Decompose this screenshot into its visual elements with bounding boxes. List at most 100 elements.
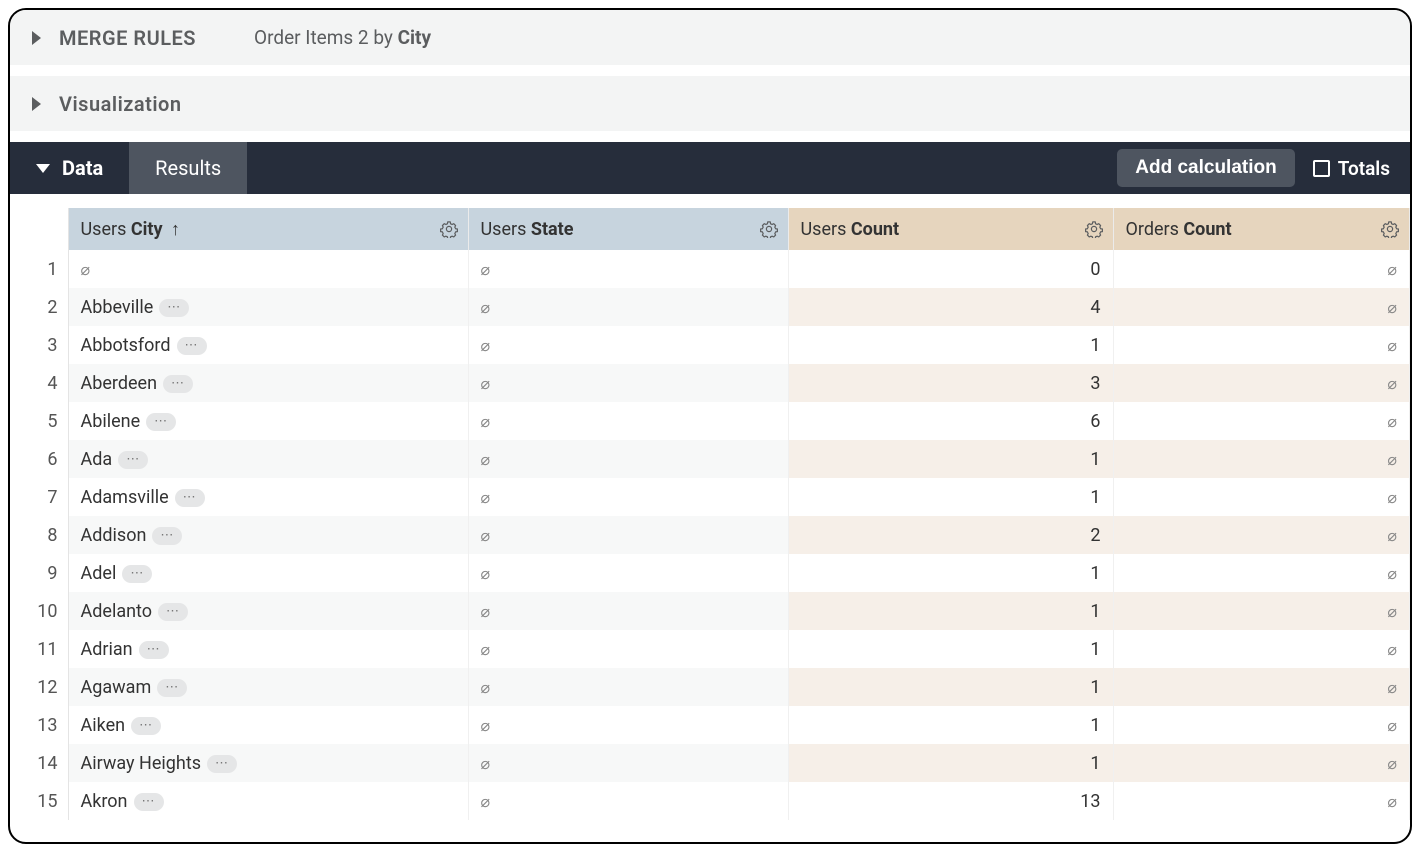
cell-users-city[interactable]: Abilene ⋯ [68,402,468,440]
cell-users-count[interactable]: 1 [788,554,1113,592]
cell-orders-count[interactable]: ⌀ [1113,554,1410,592]
null-icon: ⌀ [481,412,491,431]
more-pill[interactable]: ⋯ [177,337,207,355]
city-value: Abilene [81,411,141,432]
table-row: 12Agawam⋯⌀1⌀ [10,668,1410,706]
cell-users-city[interactable]: Addison⋯ [68,516,468,554]
cell-users-city[interactable]: ⌀ [68,250,468,288]
cell-orders-count[interactable]: ⌀ [1113,250,1410,288]
column-header-users_city[interactable]: Users City ↑ [68,208,468,250]
cell-users-city[interactable]: Akron⋯ [68,782,468,820]
more-pill[interactable]: ⋯ [134,793,164,811]
cell-users-city[interactable]: Abbeville⋯ [68,288,468,326]
cell-users-city[interactable]: Adrian⋯ [68,630,468,668]
gear-icon[interactable] [1085,220,1103,238]
gear-icon[interactable] [440,220,458,238]
cell-users-count[interactable]: 0 [788,250,1113,288]
cell-orders-count[interactable]: ⌀ [1113,516,1410,554]
cell-users-count[interactable]: 1 [788,478,1113,516]
cell-orders-count[interactable]: ⌀ [1113,364,1410,402]
cell-orders-count[interactable]: ⌀ [1113,288,1410,326]
more-pill[interactable]: ⋯ [146,413,176,431]
cell-users-city[interactable]: Adamsville⋯ [68,478,468,516]
more-pill[interactable]: ⋯ [131,717,161,735]
column-header-users_state[interactable]: Users State [468,208,788,250]
cell-users-state[interactable]: ⌀ [468,592,788,630]
null-icon: ⌀ [481,640,491,659]
visualization-section[interactable]: Visualization [10,76,1410,132]
row-number: 15 [10,782,68,820]
cell-users-state[interactable]: ⌀ [468,630,788,668]
cell-users-city[interactable]: Adel⋯ [68,554,468,592]
cell-orders-count[interactable]: ⌀ [1113,744,1410,782]
cell-users-state[interactable]: ⌀ [468,516,788,554]
merge-rules-section[interactable]: MERGE RULES Order Items 2 by City [10,10,1410,66]
cell-users-state[interactable]: ⌀ [468,250,788,288]
chevron-right-icon [32,97,41,111]
cell-users-count[interactable]: 1 [788,326,1113,364]
cell-users-count[interactable]: 2 [788,516,1113,554]
more-pill[interactable]: ⋯ [159,299,189,317]
cell-users-city[interactable]: Aberdeen⋯ [68,364,468,402]
column-header-users_count[interactable]: Users Count [788,208,1113,250]
cell-users-state[interactable]: ⌀ [468,478,788,516]
null-icon: ⌀ [1387,526,1397,545]
cell-orders-count[interactable]: ⌀ [1113,782,1410,820]
more-pill[interactable]: ⋯ [152,527,182,545]
cell-orders-count[interactable]: ⌀ [1113,630,1410,668]
cell-users-state[interactable]: ⌀ [468,744,788,782]
totals-checkbox[interactable] [1313,160,1330,177]
cell-orders-count[interactable]: ⌀ [1113,326,1410,364]
cell-users-count[interactable]: 1 [788,668,1113,706]
row-number: 10 [10,592,68,630]
column-header-orders_count[interactable]: Orders Count [1113,208,1410,250]
more-pill[interactable]: ⋯ [158,603,188,621]
cell-users-state[interactable]: ⌀ [468,668,788,706]
cell-users-city[interactable]: Aiken⋯ [68,706,468,744]
cell-users-count[interactable]: 1 [788,630,1113,668]
gear-icon[interactable] [1381,220,1399,238]
cell-users-city[interactable]: Adelanto⋯ [68,592,468,630]
null-icon: ⌀ [1387,412,1397,431]
cell-orders-count[interactable]: ⌀ [1113,668,1410,706]
more-pill[interactable]: ⋯ [118,451,148,469]
cell-users-state[interactable]: ⌀ [468,364,788,402]
cell-orders-count[interactable]: ⌀ [1113,440,1410,478]
cell-orders-count[interactable]: ⌀ [1113,592,1410,630]
cell-users-count[interactable]: 6 [788,402,1113,440]
tab-results[interactable]: Results [129,142,247,194]
more-pill[interactable]: ⋯ [175,489,205,507]
cell-users-city[interactable]: Ada⋯ [68,440,468,478]
more-pill[interactable]: ⋯ [122,565,152,583]
cell-users-state[interactable]: ⌀ [468,326,788,364]
cell-users-state[interactable]: ⌀ [468,706,788,744]
more-pill[interactable]: ⋯ [139,641,169,659]
cell-users-state[interactable]: ⌀ [468,782,788,820]
gear-icon[interactable] [760,220,778,238]
tab-data[interactable]: Data [10,142,129,194]
null-icon: ⌀ [481,754,491,773]
cell-orders-count[interactable]: ⌀ [1113,706,1410,744]
cell-orders-count[interactable]: ⌀ [1113,478,1410,516]
cell-users-count[interactable]: 13 [788,782,1113,820]
more-pill[interactable]: ⋯ [163,375,193,393]
cell-users-count[interactable]: 1 [788,440,1113,478]
cell-users-state[interactable]: ⌀ [468,288,788,326]
cell-orders-count[interactable]: ⌀ [1113,402,1410,440]
cell-users-city[interactable]: Airway Heights⋯ [68,744,468,782]
cell-users-city[interactable]: Agawam⋯ [68,668,468,706]
cell-users-count[interactable]: 1 [788,706,1113,744]
cell-users-count[interactable]: 1 [788,592,1113,630]
cell-users-count[interactable]: 4 [788,288,1113,326]
table-row: 7Adamsville⋯⌀1⌀ [10,478,1410,516]
more-pill[interactable]: ⋯ [207,755,237,773]
cell-users-state[interactable]: ⌀ [468,440,788,478]
cell-users-state[interactable]: ⌀ [468,554,788,592]
add-calculation-button[interactable]: Add calculation [1117,149,1294,187]
cell-users-city[interactable]: Abbotsford⋯ [68,326,468,364]
cell-users-count[interactable]: 3 [788,364,1113,402]
cell-users-state[interactable]: ⌀ [468,402,788,440]
totals-toggle[interactable]: Totals [1313,157,1390,180]
more-pill[interactable]: ⋯ [157,679,187,697]
cell-users-count[interactable]: 1 [788,744,1113,782]
